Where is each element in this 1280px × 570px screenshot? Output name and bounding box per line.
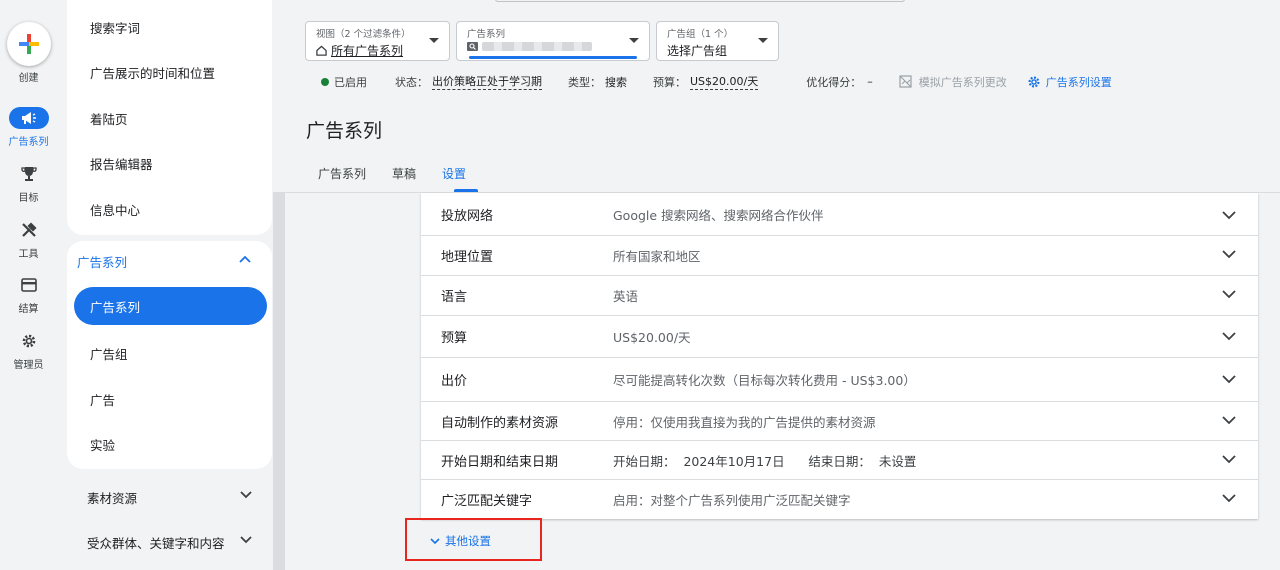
nav-section-assets[interactable]: 素材资源 bbox=[87, 488, 137, 507]
campaign-settings-link[interactable]: 广告系列设置 bbox=[1046, 74, 1112, 90]
rail-item-campaigns[interactable]: 广告系列 bbox=[0, 107, 57, 148]
rail-item-admin[interactable]: 管理员 bbox=[0, 330, 57, 371]
setting-row-budget[interactable]: 预算 US$20.00/天 bbox=[421, 316, 1258, 358]
tab-drafts[interactable]: 草稿 bbox=[392, 165, 416, 192]
setting-row-dates[interactable]: 开始日期和结束日期 开始日期： 2024年10月17日 结束日期： 未设置 bbox=[421, 441, 1258, 480]
chevron-down-icon[interactable] bbox=[1222, 494, 1236, 503]
top-search-edge bbox=[495, 0, 905, 2]
simulate-changes-link[interactable]: 模拟广告系列更改 bbox=[919, 74, 1007, 90]
setting-row-broad-match[interactable]: 广泛匹配关键字 启用：对整个广告系列使用广泛匹配关键字 bbox=[421, 480, 1258, 519]
view-filter[interactable]: 视图（2 个过滤条件） 所有广告系列 bbox=[305, 21, 450, 61]
nav-scrollbar[interactable] bbox=[273, 192, 285, 570]
page-title: 广告系列 bbox=[306, 120, 383, 142]
adgroup-filter[interactable]: 广告组（1 个） 选择广告组 bbox=[656, 21, 779, 61]
caret-down-icon bbox=[629, 38, 639, 43]
nav-item-ads[interactable]: 广告 bbox=[90, 390, 115, 409]
nav-item-search-terms[interactable]: 搜索字词 bbox=[90, 18, 140, 37]
campaign-name-redacted bbox=[482, 42, 592, 51]
setting-row-languages[interactable]: 语言 英语 bbox=[421, 276, 1258, 316]
tabs: 广告系列 草稿 设置 bbox=[306, 165, 479, 192]
chevron-up-icon[interactable] bbox=[239, 255, 251, 263]
tab-campaigns[interactable]: 广告系列 bbox=[306, 165, 366, 192]
campaign-filter-underline bbox=[469, 56, 637, 59]
home-icon bbox=[316, 45, 327, 56]
type-value: 搜索 bbox=[605, 75, 627, 89]
nav-item-adgroups[interactable]: 广告组 bbox=[90, 344, 128, 363]
enabled-status[interactable]: 已启用 bbox=[334, 74, 367, 90]
rail-item-tools[interactable]: 工具 bbox=[0, 219, 57, 260]
chevron-down-icon[interactable] bbox=[1222, 375, 1236, 384]
budget-value[interactable]: US$20.00/天 bbox=[690, 73, 759, 90]
setting-row-bidding[interactable]: 出价 尽可能提高转化次数（目标每次转化费用 - US$3.00） bbox=[421, 358, 1258, 402]
trophy-icon bbox=[20, 167, 37, 181]
credit-card-icon bbox=[20, 278, 37, 292]
chevron-down-icon[interactable] bbox=[1222, 290, 1236, 299]
chevron-down-icon[interactable] bbox=[1222, 455, 1236, 464]
chevron-down-icon[interactable] bbox=[1222, 250, 1236, 259]
nav-item-dashboards[interactable]: 信息中心 bbox=[90, 200, 140, 219]
setting-row-auto-assets[interactable]: 自动制作的素材资源 停用：仅使用我直接为我的广告提供的素材资源 bbox=[421, 402, 1258, 441]
gear-icon bbox=[22, 334, 35, 348]
campaign-filter[interactable]: 广告系列 bbox=[456, 21, 650, 61]
caret-down-icon bbox=[758, 38, 768, 43]
setting-row-locations[interactable]: 地理位置 所有国家和地区 bbox=[421, 236, 1258, 276]
settings-panel: 投放网络 Google 搜索网络、搜索网络合作伙伴 地理位置 所有国家和地区 语… bbox=[421, 193, 1258, 519]
nav-section-campaigns[interactable]: 广告系列 bbox=[77, 252, 127, 271]
megaphone-icon bbox=[21, 112, 36, 124]
chevron-down-icon[interactable] bbox=[240, 536, 252, 544]
rail-item-goals[interactable]: 目标 bbox=[0, 163, 57, 204]
chevron-down-icon[interactable] bbox=[1222, 332, 1236, 341]
chevron-down-icon bbox=[430, 537, 440, 544]
status-value[interactable]: 出价策略正处于学习期 bbox=[432, 73, 542, 90]
nav-item-when-where[interactable]: 广告展示的时间和位置 bbox=[90, 63, 215, 82]
setting-row-networks[interactable]: 投放网络 Google 搜索网络、搜索网络合作伙伴 bbox=[421, 193, 1258, 236]
main-content: 视图（2 个过滤条件） 所有广告系列 广告系列 广告组（1 个） 选择广告组 已… bbox=[285, 0, 1280, 570]
search-campaign-icon bbox=[467, 42, 478, 51]
secondary-nav: 搜索字词 广告展示的时间和位置 着陆页 报告编辑器 信息中心 广告系列 广告系列… bbox=[57, 0, 285, 570]
left-rail: 创建 广告系列 目标 工具 结算 管理员 bbox=[0, 0, 57, 570]
nav-item-report-editor[interactable]: 报告编辑器 bbox=[90, 154, 153, 173]
nav-section-audiences[interactable]: 受众群体、关键字和内容 bbox=[87, 533, 225, 552]
chevron-down-icon[interactable] bbox=[1222, 211, 1236, 220]
nav-item-experiments[interactable]: 实验 bbox=[90, 435, 115, 454]
adgroup-filter-value: 选择广告组 bbox=[667, 44, 728, 58]
plus-icon bbox=[19, 34, 39, 54]
create-button[interactable] bbox=[7, 22, 51, 66]
view-filter-value: 所有广告系列 bbox=[331, 44, 404, 58]
tab-settings[interactable]: 设置 bbox=[442, 165, 479, 192]
status-bar: 已启用 状态： 出价策略正处于学习期 类型： 搜索 预算： US$20.00/天… bbox=[321, 73, 1112, 90]
simulate-icon bbox=[899, 75, 912, 88]
optimization-score: – bbox=[867, 75, 873, 88]
rail-item-billing[interactable]: 结算 bbox=[0, 274, 57, 315]
chevron-down-icon[interactable] bbox=[240, 491, 252, 499]
tools-icon bbox=[21, 222, 37, 237]
enabled-status-dot bbox=[321, 77, 329, 86]
gear-icon bbox=[1028, 75, 1040, 88]
more-settings-link[interactable]: 其他设置 bbox=[430, 533, 491, 549]
nav-item-landing-pages[interactable]: 着陆页 bbox=[90, 109, 128, 128]
caret-down-icon bbox=[429, 38, 439, 43]
chevron-down-icon[interactable] bbox=[1222, 416, 1236, 425]
create-label: 创建 bbox=[18, 73, 39, 84]
nav-item-campaigns-active[interactable]: 广告系列 bbox=[74, 287, 267, 325]
